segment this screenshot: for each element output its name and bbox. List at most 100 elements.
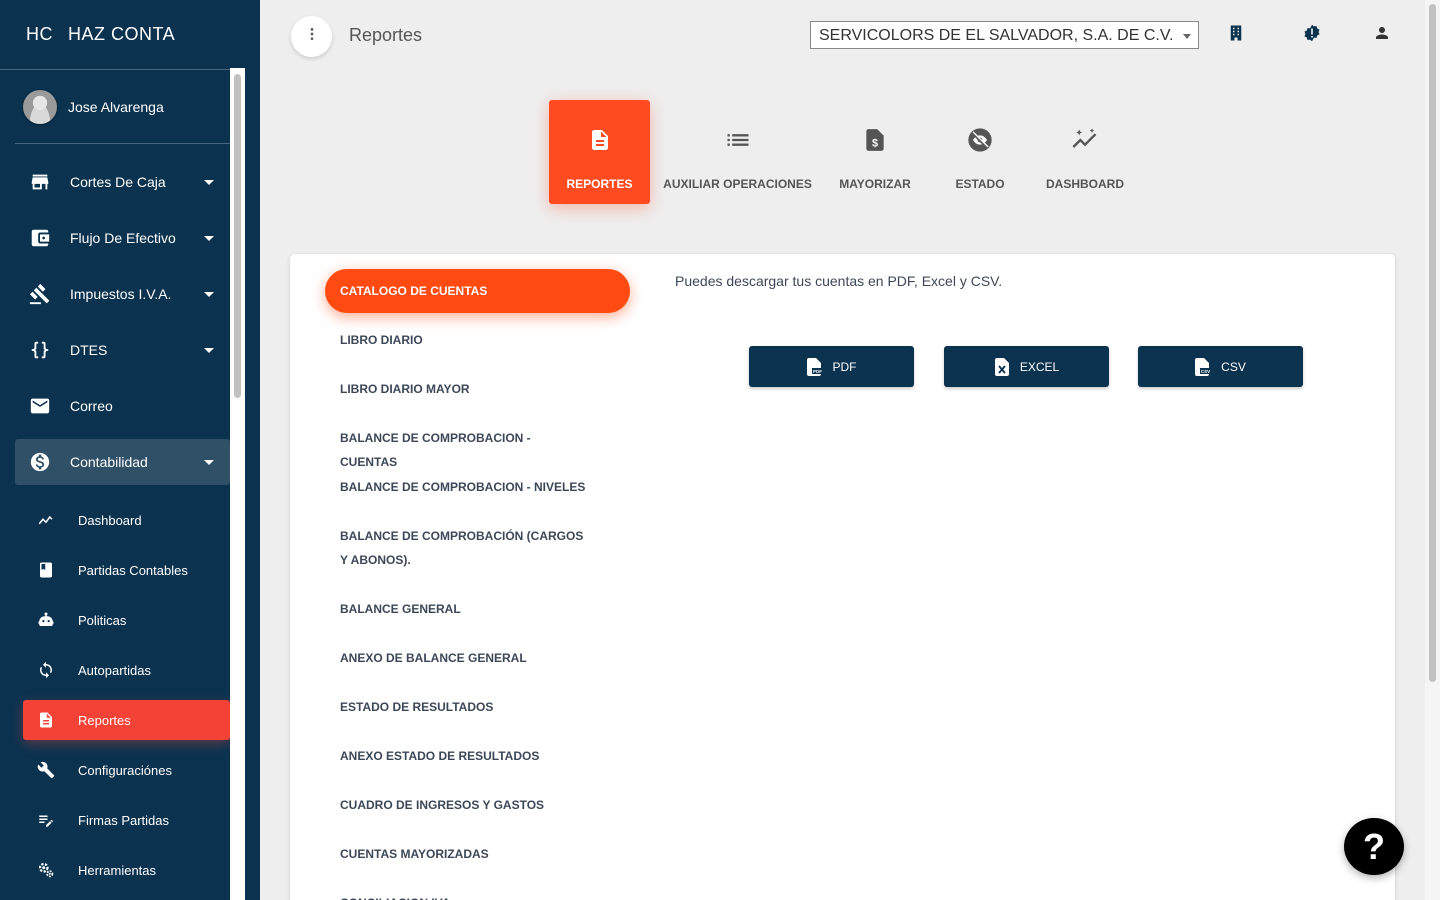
chevron-down-icon — [1183, 34, 1191, 39]
report-item[interactable]: ESTADO DE RESULTADOS — [340, 695, 590, 719]
sidebar-subitem-label: Reportes — [78, 712, 131, 728]
more-vert-icon — [304, 26, 320, 47]
pdf-tag: PDF — [813, 369, 822, 374]
sidebar-subitem-dashboard[interactable]: Dashboard — [23, 500, 230, 540]
gears-icon — [37, 861, 55, 879]
avatar — [23, 89, 57, 124]
sidebar-item-impuestos-iva[interactable]: Impuestos I.V.A. — [15, 271, 230, 317]
visibility-off-icon — [965, 125, 995, 155]
list-icon — [723, 125, 753, 155]
sidebar-scrollbar[interactable] — [230, 68, 245, 900]
document-icon — [37, 711, 55, 729]
tab-label: ESTADO — [955, 177, 1005, 191]
sidebar-item-label: Flujo De Efectivo — [70, 230, 176, 246]
help-button[interactable]: ? — [1344, 818, 1404, 875]
report-item[interactable]: BALANCE DE COMPROBACION - NIVELES — [340, 475, 590, 499]
report-item[interactable]: BALANCE DE COMPROBACIÓN (CARGOS Y ABONOS… — [340, 524, 590, 572]
report-item[interactable]: CUENTAS MAYORIZADAS — [340, 842, 590, 866]
document-icon — [585, 125, 615, 155]
wrench-icon — [37, 761, 55, 779]
sidebar-item-label: Contabilidad — [70, 454, 148, 470]
brand-full: HAZ CONTA — [68, 24, 176, 44]
brand[interactable]: HC HAZ CONTA — [0, 0, 245, 70]
report-item[interactable]: BALANCE DE COMPROBACION - CUENTAS — [340, 426, 590, 474]
sidebar: HC HAZ CONTA Jose Alvarenga Cortes De Ca… — [0, 0, 260, 900]
sidebar-item-correo[interactable]: Correo — [15, 383, 230, 429]
sidebar-subitem-firmas-partidas[interactable]: Firmas Partidas — [23, 800, 230, 840]
download-pdf-button[interactable]: PDF PDF — [749, 346, 914, 387]
more-menu-button[interactable] — [291, 16, 332, 57]
sidebar-subitem-reportes[interactable]: Reportes — [23, 700, 230, 740]
tab-auxiliar-operaciones[interactable]: AUXILIAR OPERACIONES — [663, 100, 812, 204]
user-account-button[interactable] — [1372, 25, 1392, 45]
report-item[interactable]: LIBRO DIARIO — [340, 328, 590, 352]
sidebar-subitem-herramientas[interactable]: Herramientas — [23, 850, 230, 890]
sync-icon — [37, 661, 55, 679]
download-excel-label: EXCEL — [1019, 359, 1060, 374]
download-excel-button[interactable]: EXCEL — [944, 346, 1109, 387]
pdf-file-icon: PDF — [806, 357, 823, 376]
alert-badge-icon — [1303, 24, 1321, 47]
report-item[interactable]: ANEXO DE BALANCE GENERAL — [340, 646, 590, 670]
brand-mini: HC — [26, 24, 53, 44]
alert-button[interactable] — [1302, 24, 1322, 47]
sparkle-trend-icon — [1070, 125, 1100, 155]
download-csv-label: CSV — [1221, 359, 1246, 374]
sidebar-subitem-partidas-contables[interactable]: Partidas Contables — [23, 550, 230, 590]
report-item[interactable]: LIBRO DIARIO MAYOR — [340, 377, 590, 401]
sidebar-item-cortes-de-caja[interactable]: Cortes De Caja — [15, 159, 230, 205]
sidebar-item-label: Correo — [70, 398, 113, 414]
user-name: Jose Alvarenga — [68, 98, 164, 115]
svg-text:$: $ — [872, 138, 878, 150]
report-item[interactable]: CUADRO DE INGRESOS Y GASTOS — [340, 793, 590, 817]
robot-icon — [37, 611, 55, 629]
csv-file-icon: CSV — [1195, 357, 1212, 376]
sidebar-item-flujo-de-efectivo[interactable]: Flujo De Efectivo — [15, 215, 230, 261]
sidebar-item-dtes[interactable]: DTES — [15, 327, 230, 373]
sidebar-subitem-label: Configuraciónes — [78, 762, 172, 778]
report-item-catalogo-de-cuentas[interactable]: CATALOGO DE CUENTAS — [325, 269, 630, 313]
tab-dashboard[interactable]: DASHBOARD — [1040, 100, 1130, 204]
download-pdf-label: PDF — [832, 359, 857, 374]
building-button[interactable] — [1226, 25, 1246, 45]
wallet-icon — [29, 227, 51, 249]
chevron-down-icon — [204, 180, 214, 185]
sidebar-subitem-label: Partidas Contables — [78, 562, 188, 578]
sidebar-subitem-label: Herramientas — [78, 862, 157, 878]
tab-label: AUXILIAR OPERACIONES — [663, 177, 812, 191]
chevron-down-icon — [204, 460, 214, 465]
sidebar-subitem-politicas[interactable]: Politicas — [23, 600, 230, 640]
tab-estado[interactable]: ESTADO — [940, 100, 1020, 204]
tab-label: MAYORIZAR — [839, 177, 911, 191]
chevron-down-icon — [204, 348, 214, 353]
sidebar-subitem-autopartidas[interactable]: Autopartidas — [23, 650, 230, 690]
tab-label: DASHBOARD — [1046, 177, 1124, 191]
company-select-value: SERVICOLORS DE EL SALVADOR, S.A. DE C.V. — [819, 27, 1174, 44]
gavel-icon — [29, 283, 51, 305]
report-item[interactable]: BALANCE GENERAL — [340, 597, 590, 621]
report-item[interactable]: CONCILIACION IVA — [340, 891, 590, 900]
tab-reportes[interactable]: REPORTES — [549, 100, 650, 204]
page-title: Reportes — [349, 25, 423, 45]
sidebar-scroll-thumb[interactable] — [234, 74, 241, 398]
tab-mayorizar[interactable]: $ MAYORIZAR — [830, 100, 920, 204]
dollar-file-icon: $ — [860, 125, 890, 155]
sidebar-subitem-label: Firmas Partidas — [78, 812, 170, 828]
chevron-down-icon — [204, 292, 214, 297]
trend-icon — [37, 511, 55, 529]
person-icon — [1373, 24, 1391, 47]
sidebar-item-contabilidad[interactable]: Contabilidad — [15, 439, 230, 485]
user-profile[interactable]: Jose Alvarenga — [15, 70, 230, 144]
sidebar-subitem-label: Dashboard — [78, 512, 142, 528]
sidebar-subitem-label: Autopartidas — [78, 662, 151, 678]
tab-label: REPORTES — [566, 177, 633, 191]
store-icon — [29, 171, 51, 193]
page-scrollbar[interactable] — [1425, 0, 1440, 900]
sidebar-subitem-configuraciones[interactable]: Configuraciónes — [23, 750, 230, 790]
page-scroll-thumb[interactable] — [1429, 4, 1436, 682]
report-item[interactable]: ANEXO ESTADO DE RESULTADOS — [340, 744, 590, 768]
excel-file-icon — [994, 357, 1010, 376]
download-description: Puedes descargar tus cuentas en PDF, Exc… — [675, 273, 1003, 289]
company-select[interactable]: SERVICOLORS DE EL SALVADOR, S.A. DE C.V. — [810, 21, 1199, 49]
download-csv-button[interactable]: CSV CSV — [1138, 346, 1303, 387]
